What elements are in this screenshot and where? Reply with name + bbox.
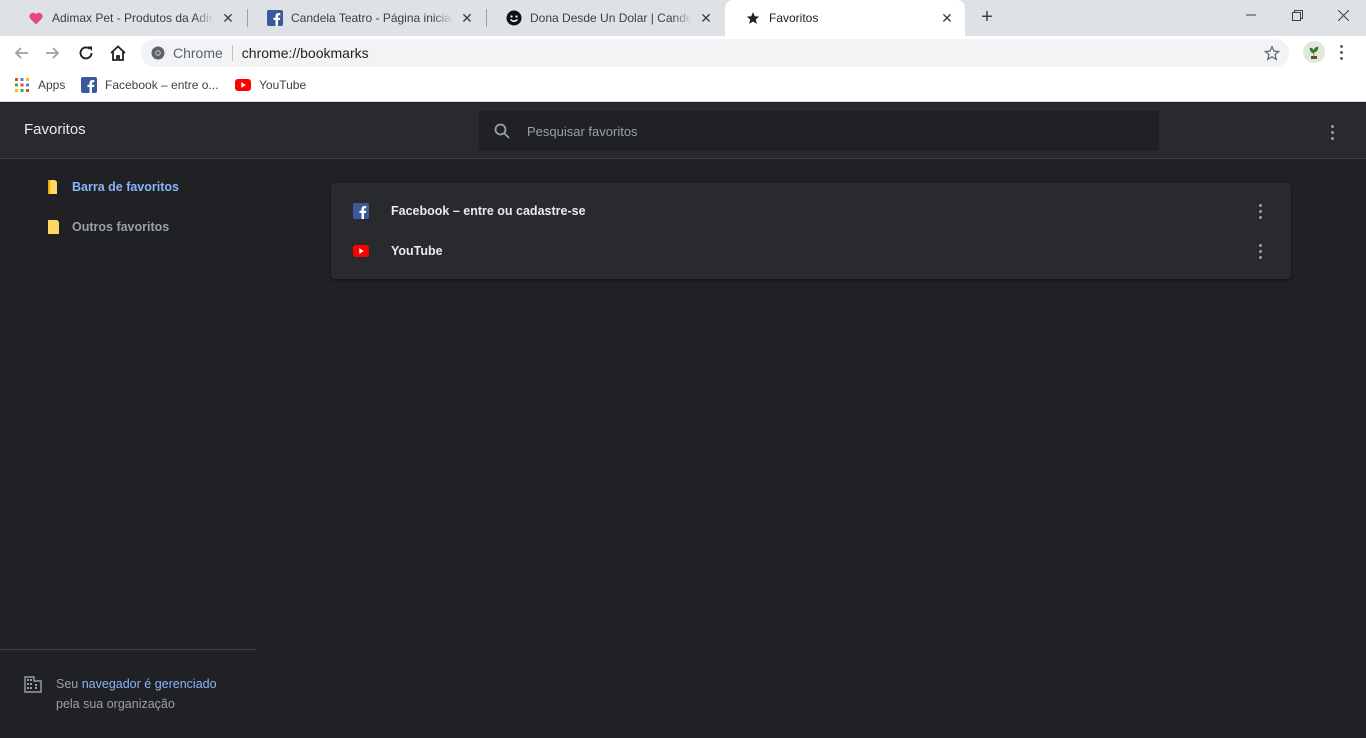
close-icon[interactable]: ✕ [220, 10, 236, 26]
new-tab-button[interactable]: + [976, 6, 998, 28]
bookmarks-bar: Apps Facebook – entre o... YouTube [0, 69, 1366, 102]
tab-title: Adimax Pet - Produtos da Adimax [52, 11, 214, 25]
close-window-button[interactable] [1320, 0, 1366, 30]
managed-link[interactable]: navegador é gerenciado [82, 677, 217, 691]
folder-icon [48, 220, 59, 234]
bookmark-star-icon[interactable] [1263, 44, 1281, 62]
back-arrow-icon [14, 47, 28, 59]
tab-title: Candela Teatro - Página inicial | Facebo… [291, 11, 453, 25]
url-text[interactable]: chrome://bookmarks [242, 45, 369, 61]
youtube-icon [235, 77, 251, 93]
star-icon [745, 10, 761, 26]
close-icon[interactable]: ✕ [459, 10, 475, 26]
scheme-label: Chrome [173, 45, 223, 61]
home-icon [110, 45, 126, 61]
tab-candela-facebook[interactable]: Candela Teatro - Página inicial | Facebo… [247, 0, 485, 36]
address-bar[interactable]: Chrome chrome://bookmarks [141, 39, 1289, 67]
open-folder-icon [48, 180, 57, 194]
bookmark-label: Facebook – entre o... [105, 78, 219, 92]
organize-menu-button[interactable] [1325, 121, 1339, 143]
list-item[interactable]: Facebook – entre ou cadastre-se [331, 191, 1291, 231]
reload-button[interactable] [73, 40, 99, 66]
home-button[interactable] [105, 40, 131, 66]
item-menu-button[interactable] [1253, 200, 1267, 222]
bookmark-youtube[interactable]: YouTube [235, 76, 306, 94]
chrome-icon [151, 46, 165, 60]
facebook-icon [353, 203, 369, 219]
managed-prefix: Seu [56, 677, 82, 691]
folder-label: Outros favoritos [72, 220, 170, 234]
bookmark-title: YouTube [391, 244, 443, 258]
chrome-menu-button[interactable] [1334, 41, 1348, 63]
tab-favoritos[interactable]: Favoritos ✕ [725, 0, 965, 36]
facebook-icon [267, 10, 283, 26]
search-icon [493, 122, 511, 140]
bookmark-label: Apps [38, 78, 66, 92]
browser-toolbar: Chrome chrome://bookmarks [0, 36, 1366, 69]
sidebar-divider [0, 649, 256, 650]
search-input[interactable] [525, 122, 1129, 140]
bookmarks-header: Favoritos [0, 103, 1366, 159]
back-button[interactable] [8, 40, 34, 66]
heart-icon [28, 10, 44, 26]
close-icon[interactable]: ✕ [939, 10, 955, 26]
bookmark-list: Facebook – entre ou cadastre-se YouTube [331, 183, 1291, 279]
forward-button[interactable] [40, 40, 66, 66]
restore-button[interactable] [1274, 0, 1320, 30]
item-menu-button[interactable] [1253, 240, 1267, 262]
folder-label: Barra de favoritos [72, 180, 179, 194]
facebook-icon [81, 77, 97, 93]
bookmark-title: Facebook – entre ou cadastre-se [391, 204, 586, 218]
plant-avatar-icon [1309, 46, 1319, 59]
tab-adimax[interactable]: Adimax Pet - Produtos da Adimax ✕ [8, 0, 246, 36]
reload-icon [79, 46, 93, 60]
minimize-button[interactable] [1228, 0, 1274, 30]
folder-barra-de-favoritos[interactable]: Barra de favoritos [46, 177, 179, 197]
folder-outros-favoritos[interactable]: Outros favoritos [46, 217, 169, 237]
bookmark-apps[interactable]: Apps [14, 76, 65, 94]
tab-strip: Adimax Pet - Produtos da Adimax ✕ Candel… [0, 0, 1366, 36]
tab-title: Favoritos [769, 11, 819, 25]
omnibox-divider [231, 45, 233, 61]
close-icon[interactable]: ✕ [698, 10, 714, 26]
apps-grid-icon [14, 77, 30, 93]
tab-dona-desde[interactable]: Dona Desde Un Dolar | Candela Teatro ✕ [486, 0, 724, 36]
managed-suffix: pela sua organização [56, 697, 175, 711]
building-icon [24, 676, 42, 693]
list-item[interactable]: YouTube [331, 231, 1291, 271]
forward-arrow-icon [46, 47, 60, 59]
search-box[interactable] [479, 111, 1159, 151]
managed-browser-notice: Seu navegador é gerenciado pela sua orga… [24, 674, 217, 714]
page-title: Favoritos [24, 121, 86, 138]
profile-avatar[interactable] [1303, 41, 1325, 63]
bookmark-label: YouTube [259, 78, 307, 92]
tab-title: Dona Desde Un Dolar | Candela Teatro [530, 11, 692, 25]
bookmark-facebook[interactable]: Facebook – entre o... [81, 76, 218, 94]
smiley-icon [506, 10, 522, 26]
folder-sidebar: Barra de favoritos Outros favoritos Seu … [0, 159, 256, 738]
youtube-icon [353, 243, 369, 259]
